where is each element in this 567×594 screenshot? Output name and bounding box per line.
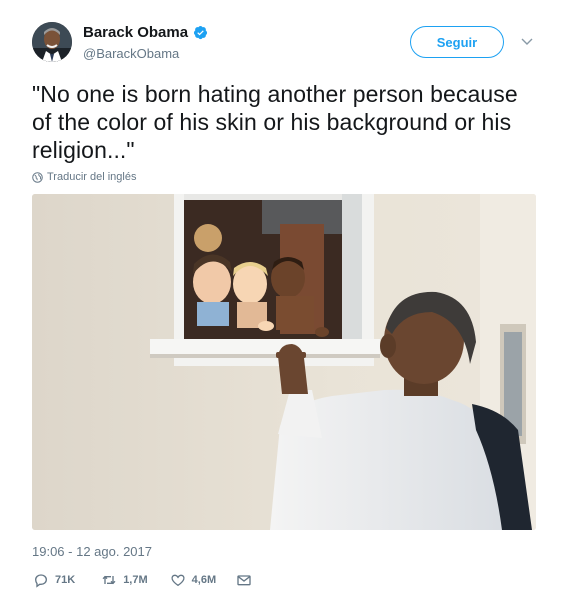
photo-obama-children-window <box>32 194 536 530</box>
like-count: 4,6M <box>191 574 217 586</box>
like-button[interactable]: 4,6M <box>170 572 216 588</box>
heart-icon <box>171 574 185 587</box>
author-handle[interactable]: @BarackObama <box>83 46 179 61</box>
retweet-count: 1,7M <box>123 574 148 586</box>
avatar[interactable] <box>32 22 72 62</box>
chevron-down-icon[interactable] <box>521 37 533 47</box>
retweet-button[interactable]: 1,7M <box>101 572 148 588</box>
tweet-actions: 71K 1,7M 4,6M <box>33 572 252 588</box>
follow-button[interactable]: Seguir <box>410 26 504 58</box>
translate-label[interactable]: Traducir del inglés <box>47 171 136 183</box>
translate-link[interactable]: Traducir del inglés <box>32 171 136 183</box>
author-name-row[interactable]: Barack Obama <box>83 24 208 41</box>
tweet-text: "No one is born hating another person be… <box>32 81 518 163</box>
reply-button[interactable]: 71K <box>33 572 75 588</box>
avatar-photo <box>32 22 72 62</box>
tweet-card: Barack Obama @BarackObama Seguir "No one… <box>0 0 567 594</box>
reply-count: 71K <box>55 574 76 586</box>
author-display-name[interactable]: Barack Obama <box>83 24 188 41</box>
tweet-photo[interactable] <box>32 194 536 530</box>
retweet-icon <box>102 575 116 585</box>
direct-message-button[interactable] <box>236 572 252 588</box>
envelope-icon <box>237 575 251 586</box>
globe-icon <box>32 171 43 183</box>
tweet-timestamp[interactable]: 19:06 - 12 ago. 2017 <box>32 544 152 559</box>
reply-icon <box>34 574 48 588</box>
verified-badge-icon <box>194 25 208 40</box>
